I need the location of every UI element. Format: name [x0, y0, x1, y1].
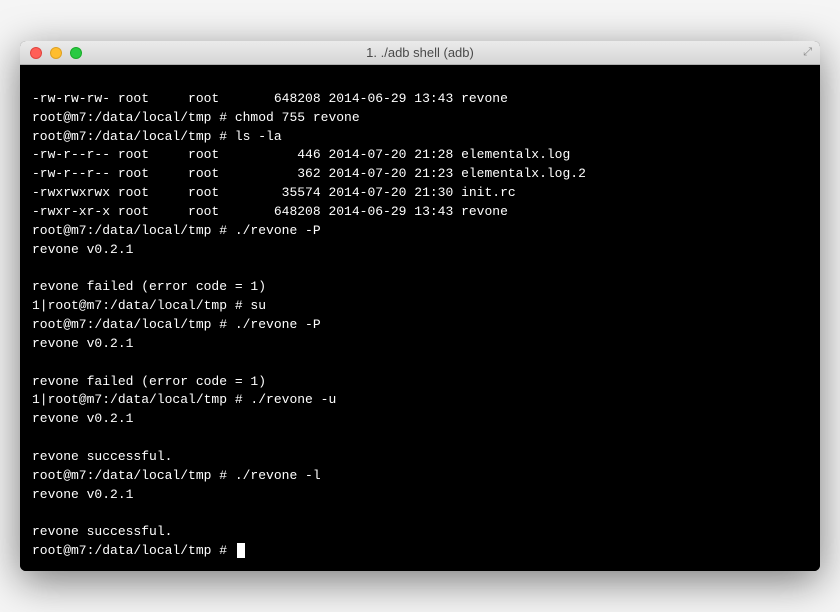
terminal-line: root@m7:/data/local/tmp # chmod 755 revo… — [32, 110, 360, 125]
maximize-icon[interactable] — [70, 47, 82, 59]
terminal-line: revone failed (error code = 1) — [32, 279, 266, 294]
terminal-body[interactable]: -rw-rw-rw- root root 648208 2014-06-29 1… — [20, 65, 820, 571]
terminal-line: -rwxrwxrwx root root 35574 2014-07-20 21… — [32, 185, 516, 200]
terminal-line: root@m7:/data/local/tmp # ./revone -P — [32, 317, 321, 332]
terminal-line: revone successful. — [32, 449, 172, 464]
terminal-line: root@m7:/data/local/tmp # ./revone -l — [32, 468, 321, 483]
close-icon[interactable] — [30, 47, 42, 59]
terminal-line: revone failed (error code = 1) — [32, 374, 266, 389]
terminal-line: 1|root@m7:/data/local/tmp # ./revone -u — [32, 392, 336, 407]
terminal-line: revone v0.2.1 — [32, 336, 133, 351]
traffic-lights — [20, 47, 82, 59]
terminal-line: revone successful. — [32, 524, 172, 539]
terminal-line: revone v0.2.1 — [32, 411, 133, 426]
minimize-icon[interactable] — [50, 47, 62, 59]
terminal-line: 1|root@m7:/data/local/tmp # su — [32, 298, 266, 313]
terminal-line: -rw-r--r-- root root 362 2014-07-20 21:2… — [32, 166, 586, 181]
terminal-line: -rw-r--r-- root root 446 2014-07-20 21:2… — [32, 147, 570, 162]
terminal-line: -rwxr-xr-x root root 648208 2014-06-29 1… — [32, 204, 508, 219]
terminal-line: -rw-rw-rw- root root 648208 2014-06-29 1… — [32, 91, 508, 106]
terminal-line: revone v0.2.1 — [32, 242, 133, 257]
title-bar: 1. ./adb shell (adb) ⤢ — [20, 41, 820, 65]
terminal-line: root@m7:/data/local/tmp # ls -la — [32, 129, 282, 144]
terminal-line: root@m7:/data/local/tmp # ./revone -P — [32, 223, 321, 238]
terminal-prompt: root@m7:/data/local/tmp # — [32, 543, 235, 558]
window-title: 1. ./adb shell (adb) — [366, 45, 474, 60]
terminal-line: revone v0.2.1 — [32, 487, 133, 502]
cursor-icon — [237, 543, 245, 558]
expand-icon[interactable]: ⤢ — [803, 46, 812, 59]
terminal-window: 1. ./adb shell (adb) ⤢ -rw-rw-rw- root r… — [20, 41, 820, 571]
